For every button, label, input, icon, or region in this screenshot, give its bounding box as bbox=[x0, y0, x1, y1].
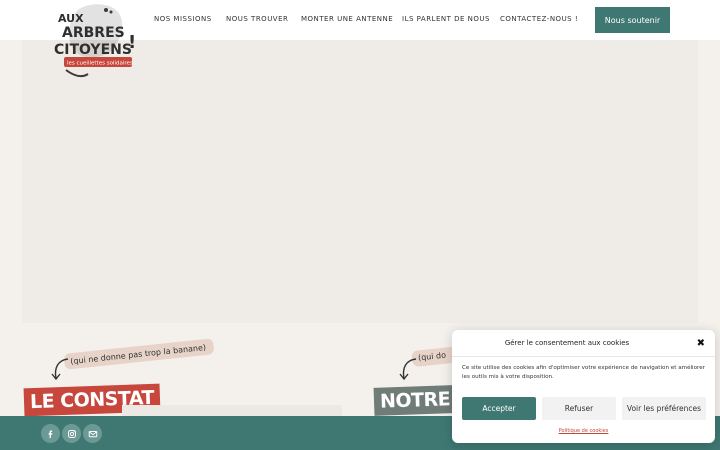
arrow-down-icon bbox=[399, 358, 417, 381]
instagram-icon bbox=[67, 429, 76, 438]
accept-button[interactable]: Accepter bbox=[462, 397, 536, 420]
svg-text:!: ! bbox=[128, 32, 136, 53]
preferences-button[interactable]: Voir les préférences bbox=[622, 397, 706, 420]
refuse-button[interactable]: Refuser bbox=[542, 397, 616, 420]
nav-item-presse[interactable]: ILS PARLENT DE NOUS bbox=[402, 15, 490, 23]
nav-item-trouver[interactable]: NOUS TROUVER bbox=[226, 15, 288, 23]
svg-text:AUX: AUX bbox=[58, 12, 84, 25]
nav-item-missions[interactable]: NOS MISSIONS bbox=[154, 15, 212, 23]
svg-text:ARBRES: ARBRES bbox=[62, 25, 125, 41]
facebook-icon bbox=[48, 430, 52, 438]
svg-text:les cueillettes solidaires: les cueillettes solidaires bbox=[67, 61, 133, 67]
facebook-link[interactable] bbox=[41, 424, 60, 443]
cookie-title: Gérer le consentement aux cookies bbox=[504, 339, 630, 347]
arrow-down-icon bbox=[51, 358, 69, 381]
divider bbox=[452, 356, 715, 357]
hero-placeholder bbox=[22, 40, 698, 323]
section-constat: (qui ne donne pas trop la banane) LE CON… bbox=[22, 338, 342, 435]
cookie-policy-link[interactable]: Politique de cookies bbox=[452, 428, 715, 434]
nav-item-antenne[interactable]: MONTER UNE ANTENNE bbox=[301, 15, 393, 23]
close-icon[interactable]: ✖ bbox=[697, 338, 705, 349]
nav-item-contact[interactable]: CONTACTEZ-NOUS ! bbox=[500, 15, 578, 23]
site-logo[interactable]: AUX ARBRES CITOYENS ! les cueillettes so… bbox=[48, 4, 138, 80]
svg-text:CITOYENS: CITOYENS bbox=[54, 42, 132, 58]
logo-graphic: AUX ARBRES CITOYENS ! les cueillettes so… bbox=[54, 4, 136, 78]
mail-link[interactable] bbox=[83, 424, 102, 443]
instagram-link[interactable] bbox=[62, 424, 81, 443]
cookie-description: Ce site utilise des cookies afin d'optim… bbox=[462, 365, 705, 380]
mail-icon bbox=[88, 430, 97, 437]
support-button[interactable]: Nous soutenir bbox=[595, 7, 670, 33]
cookie-consent-dialog: Gérer le consentement aux cookies ✖ Ce s… bbox=[452, 330, 715, 443]
